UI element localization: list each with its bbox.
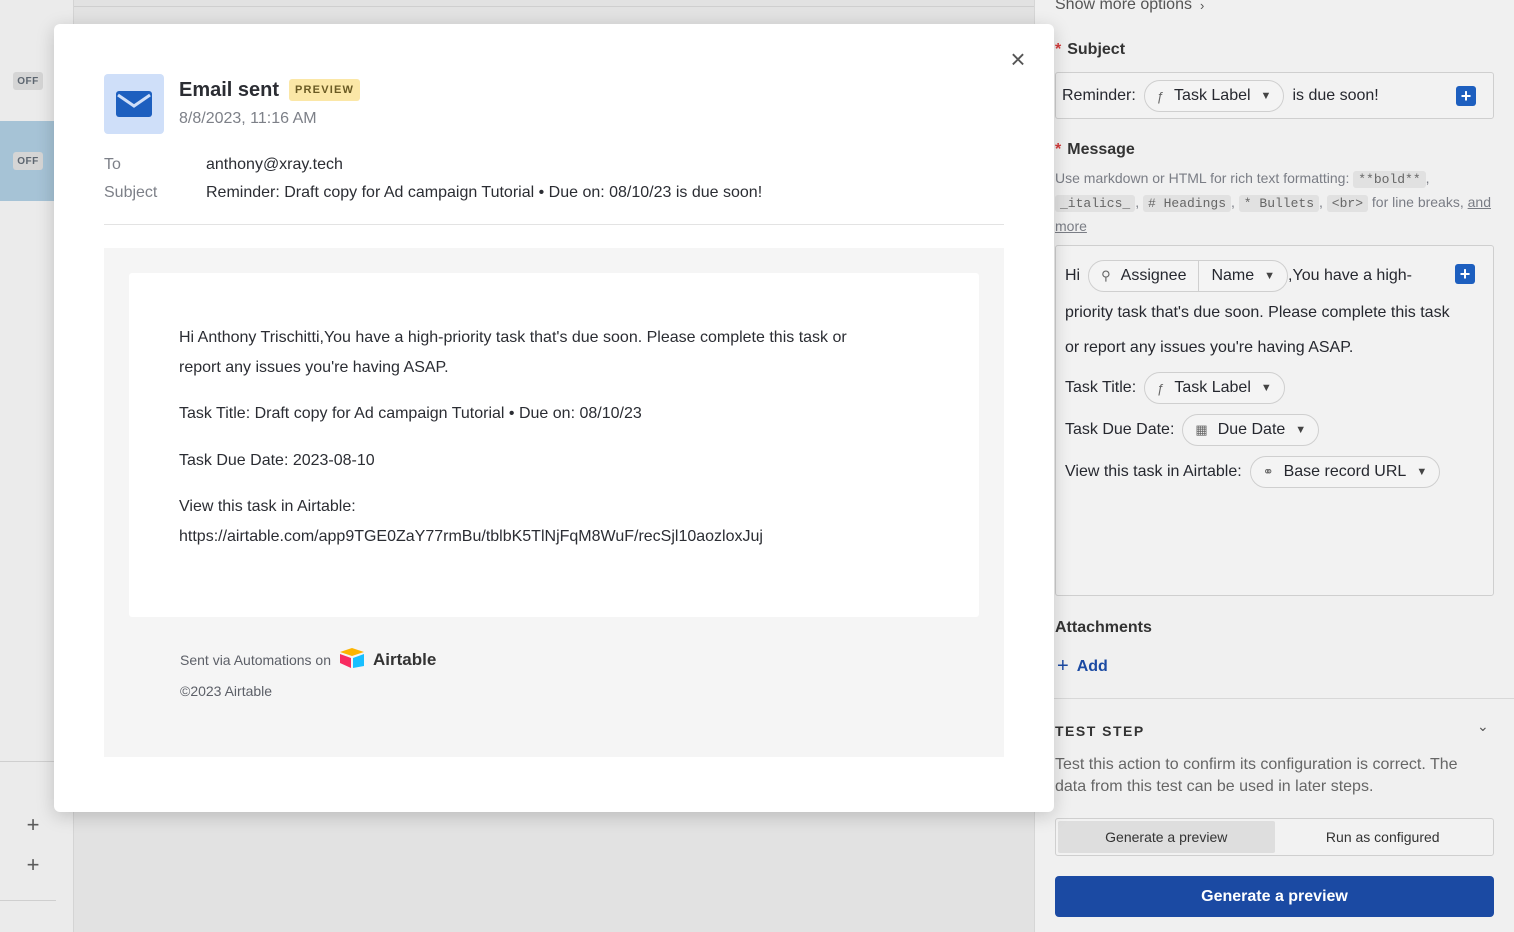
br-chip: <br>: [1326, 195, 1369, 212]
message-line2: priority task that's due soon. Please co…: [1065, 304, 1450, 321]
test-mode-toggle: Generate a preview Run as configured: [1055, 818, 1494, 856]
formula-icon: ƒ: [1156, 88, 1165, 104]
divider: [104, 224, 1004, 225]
airtable-logo-icon: [339, 647, 365, 672]
record-url-token[interactable]: ⚭ Base record URL ▼: [1249, 456, 1441, 488]
message-heading-label: Message: [1067, 141, 1135, 158]
message-hi: Hi: [1065, 267, 1081, 284]
token-label: Task Label: [1174, 379, 1251, 396]
airtable-brand: Airtable: [373, 649, 437, 669]
plus-icon: +: [1057, 655, 1069, 677]
token-field: Assignee: [1120, 267, 1187, 284]
email-body-area: Hi Anthony Trischitti,You have a high-pr…: [104, 248, 1004, 757]
view-task-label: View this task in Airtable:: [1065, 463, 1242, 480]
test-step-desc-line2: data from this test can be used in later…: [1055, 778, 1374, 795]
envelope-icon: [104, 74, 164, 134]
show-more-label: Show more options: [1055, 0, 1192, 13]
chevron-down-icon: ▼: [1416, 466, 1428, 478]
chevron-down-icon: ▼: [1295, 424, 1307, 436]
token-label: Task Label: [1174, 87, 1251, 104]
person-icon: ⚲: [1101, 268, 1111, 283]
off-badge-active[interactable]: OFF: [13, 152, 43, 170]
subject-prefix: Reminder:: [1062, 87, 1136, 104]
generate-preview-option[interactable]: Generate a preview: [1058, 821, 1275, 853]
subject-heading-label: Subject: [1067, 41, 1126, 58]
required-asterisk: *: [1055, 41, 1062, 58]
body-record-url[interactable]: https://airtable.com/app9TGE0ZaY77rmBu/t…: [179, 522, 763, 552]
divider: [0, 900, 56, 901]
test-step-description: Test this action to confirm its configur…: [1055, 754, 1458, 798]
formula-icon: ƒ: [1157, 380, 1165, 396]
token-label: Base record URL: [1283, 463, 1407, 480]
insert-token-plus-icon[interactable]: +: [1456, 86, 1476, 106]
to-value: anthony@xray.tech: [206, 156, 343, 173]
bullets-chip: * Bullets: [1238, 195, 1320, 212]
task-label-token[interactable]: ƒ Task Label ▼: [1144, 372, 1285, 404]
message-line3: or report any issues you're having ASAP.: [1065, 339, 1354, 356]
required-asterisk: *: [1055, 141, 1062, 158]
add-attachment-button[interactable]: + Add: [1057, 655, 1108, 678]
subject-heading: * Subject: [1055, 41, 1125, 59]
body-due-date: Task Due Date: 2023-08-10: [179, 452, 375, 469]
token-subfield: Name: [1211, 267, 1255, 284]
divider: [74, 6, 1034, 7]
email-preview-modal: × Email sent PREVIEW 8/8/2023, 11:16 AM …: [54, 24, 1054, 812]
message-field[interactable]: Hi ⚲ Assignee Name ▼ ,You have a high- +…: [1055, 245, 1494, 596]
divider: [1035, 698, 1514, 699]
hint-text-2: for line breaks,: [1371, 194, 1464, 210]
markdown-docs-link[interactable]: and: [1468, 194, 1491, 210]
due-date-label: Task Due Date:: [1065, 421, 1175, 438]
preview-badge: PREVIEW: [289, 79, 361, 101]
test-step-desc-line1: Test this action to confirm its configur…: [1055, 756, 1458, 773]
body-view-label: View this task in Airtable:: [179, 498, 356, 515]
email-card: Hi Anthony Trischitti,You have a high-pr…: [129, 273, 979, 617]
sent-via-footer: Sent via Automations on Airtable: [180, 647, 436, 672]
action-config-panel: Show more options › * Subject Reminder: ƒ…: [1034, 0, 1514, 932]
due-date-token[interactable]: ▦ Due Date ▼: [1182, 414, 1320, 446]
off-badge[interactable]: OFF: [13, 72, 43, 90]
subject-label: Subject: [104, 184, 158, 201]
headings-chip: # Headings: [1143, 195, 1232, 212]
test-step-heading: TEST STEP: [1055, 723, 1145, 739]
chevron-down-icon: ▼: [1260, 382, 1272, 394]
markdown-docs-link-more[interactable]: more: [1055, 218, 1087, 234]
bold-chip: **bold**: [1353, 171, 1426, 188]
to-label: To: [104, 156, 121, 173]
attachments-heading: Attachments: [1055, 619, 1152, 636]
subject-value: Reminder: Draft copy for Ad campaign Tut…: [206, 184, 763, 201]
hint-text: Use markdown or HTML for rich text forma…: [1055, 170, 1350, 186]
sent-via-text: Sent via Automations on: [180, 651, 331, 668]
body-task-title: Task Title: Draft copy for Ad campaign T…: [179, 405, 642, 422]
add-action-icon[interactable]: +: [22, 854, 44, 876]
assignee-name-token[interactable]: ⚲ Assignee Name ▼: [1088, 260, 1289, 292]
add-trigger-icon[interactable]: +: [22, 814, 44, 836]
subject-suffix: is due soon!: [1292, 87, 1379, 104]
body-line-2: report any issues you're having ASAP.: [179, 359, 449, 376]
modal-title: Email sent: [179, 79, 280, 101]
markdown-hint: Use markdown or HTML for rich text forma…: [1055, 170, 1491, 234]
task-label-token[interactable]: ƒ Task Label ▼: [1143, 80, 1285, 112]
message-heading: * Message: [1055, 141, 1135, 159]
close-icon[interactable]: ×: [1006, 46, 1030, 72]
generate-preview-button[interactable]: Generate a preview: [1055, 876, 1494, 917]
subject-field[interactable]: Reminder: ƒ Task Label ▼ is due soon! +: [1055, 72, 1494, 119]
show-more-options-link[interactable]: Show more options ›: [1055, 0, 1204, 14]
insert-token-plus-icon[interactable]: +: [1455, 264, 1475, 284]
body-line-1: Hi Anthony Trischitti,You have a high-pr…: [179, 329, 847, 346]
chevron-down-icon: ▼: [1264, 270, 1276, 282]
chevron-right-icon: ›: [1199, 0, 1205, 13]
link-icon: ⚭: [1262, 464, 1274, 479]
sent-timestamp: 8/8/2023, 11:16 AM: [179, 110, 317, 127]
add-label: Add: [1076, 657, 1108, 675]
message-line1-suffix: ,You have a high-: [1288, 267, 1412, 284]
token-label: Due Date: [1217, 421, 1286, 438]
chevron-down-icon: ▼: [1260, 90, 1272, 102]
task-title-label: Task Title:: [1065, 379, 1137, 396]
collapse-chevron-icon[interactable]: ⌄: [1477, 718, 1489, 735]
copyright: ©2023 Airtable: [180, 683, 273, 699]
calendar-icon: ▦: [1195, 422, 1208, 437]
run-as-configured-option[interactable]: Run as configured: [1275, 821, 1492, 853]
italics-chip: _italics_: [1055, 195, 1136, 212]
divider: [0, 761, 56, 762]
